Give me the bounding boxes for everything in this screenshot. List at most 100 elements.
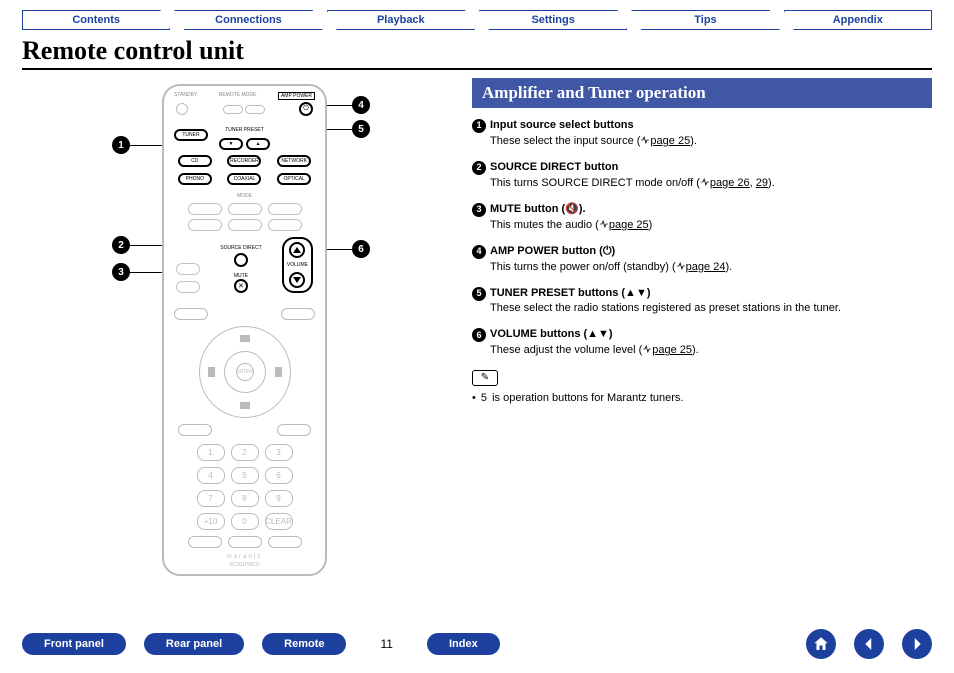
- num-9: 9: [265, 490, 293, 507]
- input-tuner: TUNER: [174, 129, 208, 141]
- remote-mode-label: REMOTE MODE: [219, 92, 257, 100]
- nav-prev-icon[interactable]: [854, 629, 884, 659]
- num-3: 3: [265, 444, 293, 461]
- num-7: 7: [197, 490, 225, 507]
- item-1: 1 Input source select buttons These sele…: [472, 118, 932, 150]
- callout-5: 5: [352, 120, 370, 138]
- item-5-body: These select the radio stations register…: [490, 302, 841, 314]
- item-2: 2 SOURCE DIRECT button This turns SOURCE…: [472, 160, 932, 192]
- remote-model: RC001PMCD: [174, 562, 315, 568]
- link-icon: [640, 135, 650, 145]
- section-title: Amplifier and Tuner operation: [472, 78, 932, 108]
- num-10: +10: [197, 513, 225, 530]
- remote-figure: 1 2 3 4 5 6 STANDBY REMOTE MODE AMP POWE…: [22, 78, 452, 603]
- link-p26[interactable]: page 26: [710, 177, 750, 189]
- item-2-post: ).: [768, 177, 775, 189]
- input-coaxial: COAXIAL: [227, 173, 261, 185]
- link-p25b[interactable]: page 25: [609, 219, 649, 231]
- nav-front-panel[interactable]: Front panel: [22, 633, 126, 655]
- item-4-post: ).: [725, 261, 732, 273]
- note-icon: ✎: [472, 370, 498, 386]
- item-6-post: ).: [692, 344, 699, 356]
- amp-power-button: ⏻: [299, 102, 313, 116]
- input-optical: OPTICAL: [277, 173, 311, 185]
- tab-settings[interactable]: Settings: [479, 10, 627, 30]
- bullet-1: 1: [472, 119, 486, 133]
- dpad: ENTER: [199, 326, 291, 418]
- link-p25a[interactable]: page 25: [650, 135, 690, 147]
- nav-index[interactable]: Index: [427, 633, 500, 655]
- tuner-preset-up: ▲: [246, 138, 270, 150]
- note-text: • 5 is operation buttons for Marantz tun…: [472, 392, 932, 404]
- nav-home-icon[interactable]: [806, 629, 836, 659]
- num-4: 4: [197, 467, 225, 484]
- num-8: 8: [231, 490, 259, 507]
- input-network: NETWORK: [277, 155, 311, 167]
- tab-connections[interactable]: Connections: [174, 10, 322, 30]
- link-icon: [642, 344, 652, 354]
- link-icon: [700, 177, 710, 187]
- item-4-pre: This turns the power on/off (standby) (: [490, 261, 676, 273]
- link-p24[interactable]: page 24: [686, 261, 726, 273]
- num-6: 6: [265, 467, 293, 484]
- page-number: 11: [380, 637, 392, 651]
- tab-tips[interactable]: Tips: [631, 10, 779, 30]
- link-p29[interactable]: 29: [756, 177, 768, 189]
- info-btn: [176, 263, 200, 275]
- num-0: 0: [231, 513, 259, 530]
- link-icon: [676, 261, 686, 271]
- mode-btn-2: [228, 203, 262, 215]
- transport-3: [268, 219, 302, 231]
- callout-1: 1: [112, 136, 130, 154]
- item-6-pre: These adjust the volume level (: [490, 344, 642, 356]
- item-3: 3 MUTE button (🔇). This mutes the audio …: [472, 202, 932, 234]
- search-btn: [268, 536, 302, 548]
- bullet-2: 2: [472, 161, 486, 175]
- top-tab-nav: Contents Connections Playback Settings T…: [22, 10, 932, 30]
- tab-playback[interactable]: Playback: [327, 10, 475, 30]
- mode-cd: [245, 105, 265, 114]
- home-btn: [174, 308, 208, 320]
- mode-btn-1: [188, 203, 222, 215]
- item-2-title: SOURCE DIRECT button: [490, 160, 618, 176]
- return-btn: [277, 424, 311, 436]
- tuner-preset-down: ▼: [219, 138, 243, 150]
- item-1-pre: These select the input source (: [490, 135, 640, 147]
- nav-remote[interactable]: Remote: [262, 633, 346, 655]
- play-btn: [176, 281, 200, 293]
- item-5-title: TUNER PRESET buttons (▲▼): [490, 286, 651, 302]
- item-6: 6 VOLUME buttons (▲▼) These adjust the v…: [472, 327, 932, 359]
- item-3-title: MUTE button (🔇).: [490, 202, 586, 218]
- volume-up: [289, 242, 305, 258]
- note-bullet: 5: [481, 392, 487, 404]
- item-5: 5 TUNER PRESET buttons (▲▼) These select…: [472, 286, 932, 318]
- callout-4: 4: [352, 96, 370, 114]
- note-post: is operation buttons for Marantz tuners.: [489, 392, 683, 404]
- remote-faded-area: ENTER 1 2 3 4 5 6 7: [168, 300, 321, 568]
- source-direct-button: [234, 253, 248, 267]
- random-btn: [228, 536, 262, 548]
- link-p25c[interactable]: page 25: [652, 344, 692, 356]
- tab-contents[interactable]: Contents: [22, 10, 170, 30]
- item-3-pre: This mutes the audio (: [490, 219, 599, 231]
- remote-body: STANDBY REMOTE MODE AMP POWER ⏻: [162, 84, 327, 576]
- callout-3: 3: [112, 263, 130, 281]
- num-5: 5: [231, 467, 259, 484]
- mode-amp: [223, 105, 243, 114]
- page-title: Remote control unit: [22, 36, 932, 70]
- standby-button: [176, 103, 188, 115]
- mute-button: ✕: [234, 279, 248, 293]
- item-6-title: VOLUME buttons (▲▼): [490, 327, 613, 343]
- callout-6: 6: [352, 240, 370, 258]
- item-1-title: Input source select buttons: [490, 118, 634, 134]
- input-cd: CD: [178, 155, 212, 167]
- note-pre: •: [472, 392, 479, 404]
- nav-rear-panel[interactable]: Rear panel: [144, 633, 244, 655]
- num-clear: CLEAR: [265, 513, 293, 530]
- transport-1: [188, 219, 222, 231]
- item-4: 4 AMP POWER button (⏻) This turns the po…: [472, 244, 932, 276]
- nav-next-icon[interactable]: [902, 629, 932, 659]
- input-recorder: RECORDER: [227, 155, 261, 167]
- tab-appendix[interactable]: Appendix: [784, 10, 932, 30]
- tuner-preset-label: TUNER PRESET: [225, 127, 264, 133]
